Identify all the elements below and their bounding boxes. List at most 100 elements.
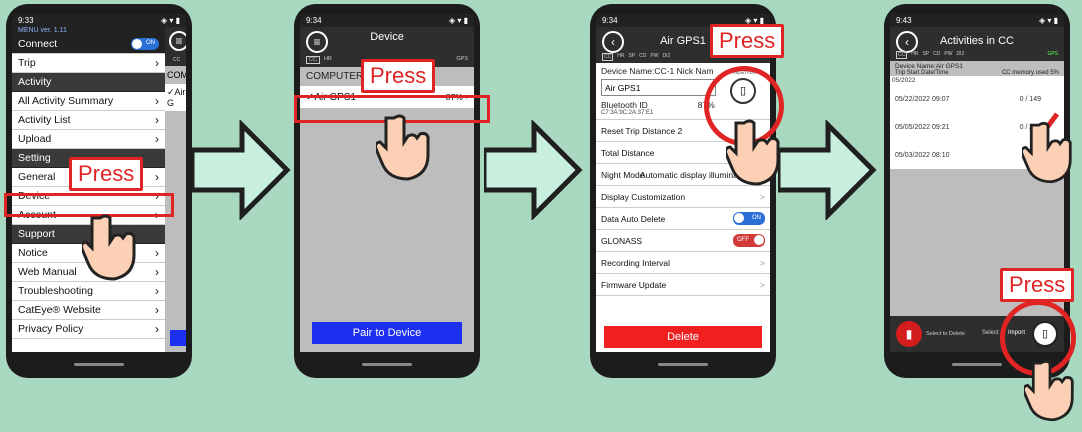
menu-item[interactable]: Upload › — [12, 130, 165, 149]
toggle-on-label: ON — [146, 40, 155, 46]
status-bar: 9:33 ◈ ▾ ▮ — [12, 14, 186, 27]
side-air: ✓Air G — [165, 84, 186, 111]
tab-cc[interactable]: CC — [306, 56, 320, 64]
back-icon[interactable]: ‹ — [896, 31, 918, 53]
menu-icon[interactable]: ≡ — [169, 31, 186, 51]
chevron-right-icon: > — [760, 191, 765, 202]
menu-item-label: Support — [18, 228, 55, 240]
status-bar: 9:43 ◈ ▾ ▮ — [890, 14, 1064, 27]
press-callout-3: Press — [710, 24, 785, 58]
chevron-right-icon: > — [760, 257, 765, 268]
select-to-delete-label: Select to Delete — [926, 331, 965, 337]
chevron-right-icon: › — [155, 94, 159, 108]
select-to-import-label: Select t — [982, 330, 1003, 336]
activity-date: 05/03/2022 08:10 — [895, 151, 950, 159]
trash-icon[interactable]: ▮ — [896, 321, 922, 347]
menu-item-label: CatEye® Website — [18, 304, 101, 316]
tab-hr[interactable]: HR — [911, 51, 918, 59]
press-callout-1: Press — [69, 157, 144, 191]
settings-toggle[interactable]: OFF — [733, 234, 765, 247]
menu-item[interactable]: Trip › — [12, 54, 165, 73]
arrow-right-icon — [192, 120, 291, 220]
settings-row-label: Reset Trip Distance 2 — [601, 125, 683, 136]
nav-bar — [74, 363, 124, 366]
toggle-label: ON — [752, 215, 761, 221]
menu-item-label: Trip — [18, 57, 36, 69]
settings-toggle[interactable]: ON — [733, 212, 765, 225]
settings-row[interactable]: Display Customization > — [596, 186, 770, 208]
status-icons: ◈ ▾ ▮ — [1038, 16, 1058, 25]
tab-pw[interactable]: PW — [944, 51, 952, 59]
hand-pointer-icon — [1022, 121, 1072, 184]
menu-item-label: Activity List — [18, 114, 71, 126]
menu-item[interactable]: Activity List › — [12, 111, 165, 130]
tab-hr[interactable]: HR — [324, 56, 332, 64]
connect-label: Connect — [18, 38, 58, 50]
settings-row-label: Data Auto Delete — [601, 213, 666, 224]
status-bar: 9:34 ◈ ▾ ▮ — [300, 14, 474, 27]
activity-date: 05/22/2022 09:07 — [895, 95, 950, 103]
chevron-right-icon: > — [760, 279, 765, 290]
tab-cd[interactable]: CD — [933, 51, 940, 59]
tab-pw[interactable]: PW — [650, 53, 658, 61]
bluetooth-label: Bluetooth ID — [601, 100, 648, 110]
tab-hr[interactable]: HR — [617, 53, 624, 61]
settings-row-label: GLONASS — [601, 235, 643, 246]
tab-di2[interactable]: DI2 — [662, 53, 670, 61]
tab-cd[interactable]: CD — [639, 53, 646, 61]
status-time: 9:34 — [306, 16, 322, 25]
settings-row[interactable]: Data Auto Delete ON — [596, 208, 770, 230]
pair-to-device-button[interactable]: Pair to Device — [312, 322, 462, 344]
activity-row[interactable]: 05/22/2022 09:07 0 / 149 — [890, 85, 1064, 113]
chevron-right-icon: › — [155, 113, 159, 127]
menu-item-label: General — [18, 171, 56, 183]
side-tab-cc: CC — [165, 57, 186, 66]
hand-pointer-icon — [82, 214, 136, 281]
menu-version: MENU ver. 1.11 — [12, 27, 165, 35]
chevron-right-icon: › — [155, 265, 159, 279]
side-pair-button[interactable] — [170, 330, 186, 346]
menu-item-label: Activity — [18, 76, 52, 88]
side-panel: ≡ CC COMP ✓Air G — [165, 27, 186, 352]
delete-button[interactable]: Delete — [604, 326, 762, 348]
menu-icon[interactable]: ≡ — [306, 31, 328, 53]
settings-row-label: Display Customization — [601, 191, 686, 202]
settings-row-label: Night Mode — [601, 169, 645, 180]
gps-label: GPS — [456, 56, 468, 62]
tab-cc[interactable]: CC — [602, 53, 614, 61]
activity-date: 05/05/2022 09:21 — [895, 123, 950, 131]
header: ‹ Activities in CC CC HR SP CD PW DI2 GP… — [890, 27, 1064, 61]
connect-row[interactable]: Connect ON — [12, 35, 165, 54]
toggle-label: OFF — [737, 237, 749, 243]
menu-item-label: Troubleshooting — [18, 285, 93, 297]
menu-item[interactable]: All Activity Summary › — [12, 92, 165, 111]
nav-bar — [362, 363, 412, 366]
settings-row[interactable]: GLONASS OFF — [596, 230, 770, 252]
settings-row[interactable]: Recording Interval > — [596, 252, 770, 274]
arrow-right-icon — [484, 120, 583, 220]
settings-row-label: Total Distance — [601, 147, 655, 158]
menu-item[interactable]: Troubleshooting › — [12, 282, 165, 301]
col-memory: CC memory used 5% — [1001, 70, 1059, 76]
status-time: 9:43 — [896, 16, 912, 25]
connect-toggle[interactable]: ON — [131, 38, 159, 50]
menu-item[interactable]: Privacy Policy › — [12, 320, 165, 339]
hand-pointer-icon — [726, 119, 780, 186]
tab-di2[interactable]: DI2 — [956, 51, 964, 59]
press-callout-4: Press — [1000, 268, 1075, 302]
arrow-right-icon — [778, 120, 877, 220]
menu-item[interactable]: CatEye® Website › — [12, 301, 165, 320]
tab-sp[interactable]: SP — [922, 51, 929, 59]
side-comp: COMP — [165, 66, 186, 84]
back-icon[interactable]: ‹ — [602, 31, 624, 53]
nickname-input[interactable]: Air GPS1 — [601, 79, 716, 96]
menu-item-label: Notice — [18, 247, 48, 259]
menu-item-label: Web Manual — [18, 266, 77, 278]
press-callout-2: Press — [361, 59, 436, 93]
tab-cc[interactable]: CC — [896, 51, 908, 59]
tab-sp[interactable]: SP — [628, 53, 635, 61]
chevron-right-icon: › — [155, 303, 159, 317]
chevron-right-icon: › — [155, 132, 159, 146]
settings-row[interactable]: Firmware Update > — [596, 274, 770, 296]
tab-strip: CC HR SP CD PW DI2 GPS — [896, 51, 1058, 59]
